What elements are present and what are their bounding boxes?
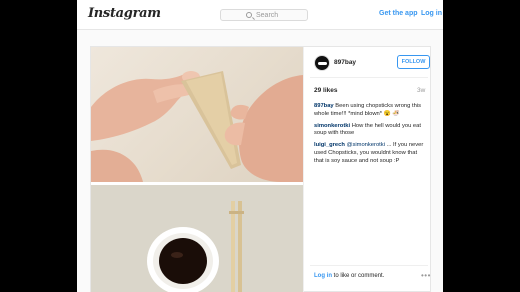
hands-illustration	[91, 71, 303, 182]
follow-button[interactable]: FOLLOW	[397, 55, 430, 69]
login-prompt-text: to like or comment.	[332, 273, 385, 279]
search-input[interactable]: Search	[220, 9, 308, 21]
divider	[310, 77, 428, 78]
search-icon	[246, 12, 252, 18]
footer-login-link[interactable]: Log in	[314, 273, 332, 279]
get-the-app-link[interactable]: Get the app	[379, 10, 418, 17]
post-sidebar: 897bay FOLLOW 29 likes 3w 897bay Been us…	[303, 47, 431, 292]
post-username[interactable]: 897bay	[334, 59, 356, 66]
comment-item: luigi_grech @simonkerotki ... If you nev…	[314, 142, 426, 165]
comment-item: 897bay Been using chopsticks wrong this …	[314, 103, 426, 119]
comments-list: 897bay Been using chopsticks wrong this …	[314, 103, 426, 170]
likes-count[interactable]: 29 likes	[314, 87, 338, 94]
more-icon[interactable]: •••	[421, 271, 431, 280]
login-link[interactable]: Log in	[421, 10, 442, 17]
search-placeholder: Search	[256, 12, 279, 19]
post-photo[interactable]	[91, 47, 303, 292]
comment-mention[interactable]: @simonkerotki	[347, 142, 385, 148]
photo-soy-sauce-bowl	[91, 185, 303, 292]
login-prompt: Log in to like or comment.	[314, 273, 384, 279]
comment-item: simonkerotki How the hell would you eat …	[314, 123, 426, 139]
comment-username[interactable]: 897bay	[314, 103, 334, 109]
photo-hands-chopsticks	[91, 47, 303, 182]
instagram-logo[interactable]: Instagram	[88, 6, 161, 21]
bowl-illustration	[91, 185, 303, 292]
divider	[310, 265, 428, 266]
post-card: 897bay FOLLOW 29 likes 3w 897bay Been us…	[90, 46, 431, 292]
instagram-page: Instagram Search Get the app Log in 897b…	[77, 0, 443, 292]
comment-username[interactable]: luigi_grech	[314, 142, 345, 148]
avatar[interactable]	[314, 55, 330, 71]
post-age[interactable]: 3w	[417, 87, 425, 94]
top-navbar: Instagram Search Get the app Log in	[77, 0, 443, 30]
comment-username[interactable]: simonkerotki	[314, 123, 350, 129]
